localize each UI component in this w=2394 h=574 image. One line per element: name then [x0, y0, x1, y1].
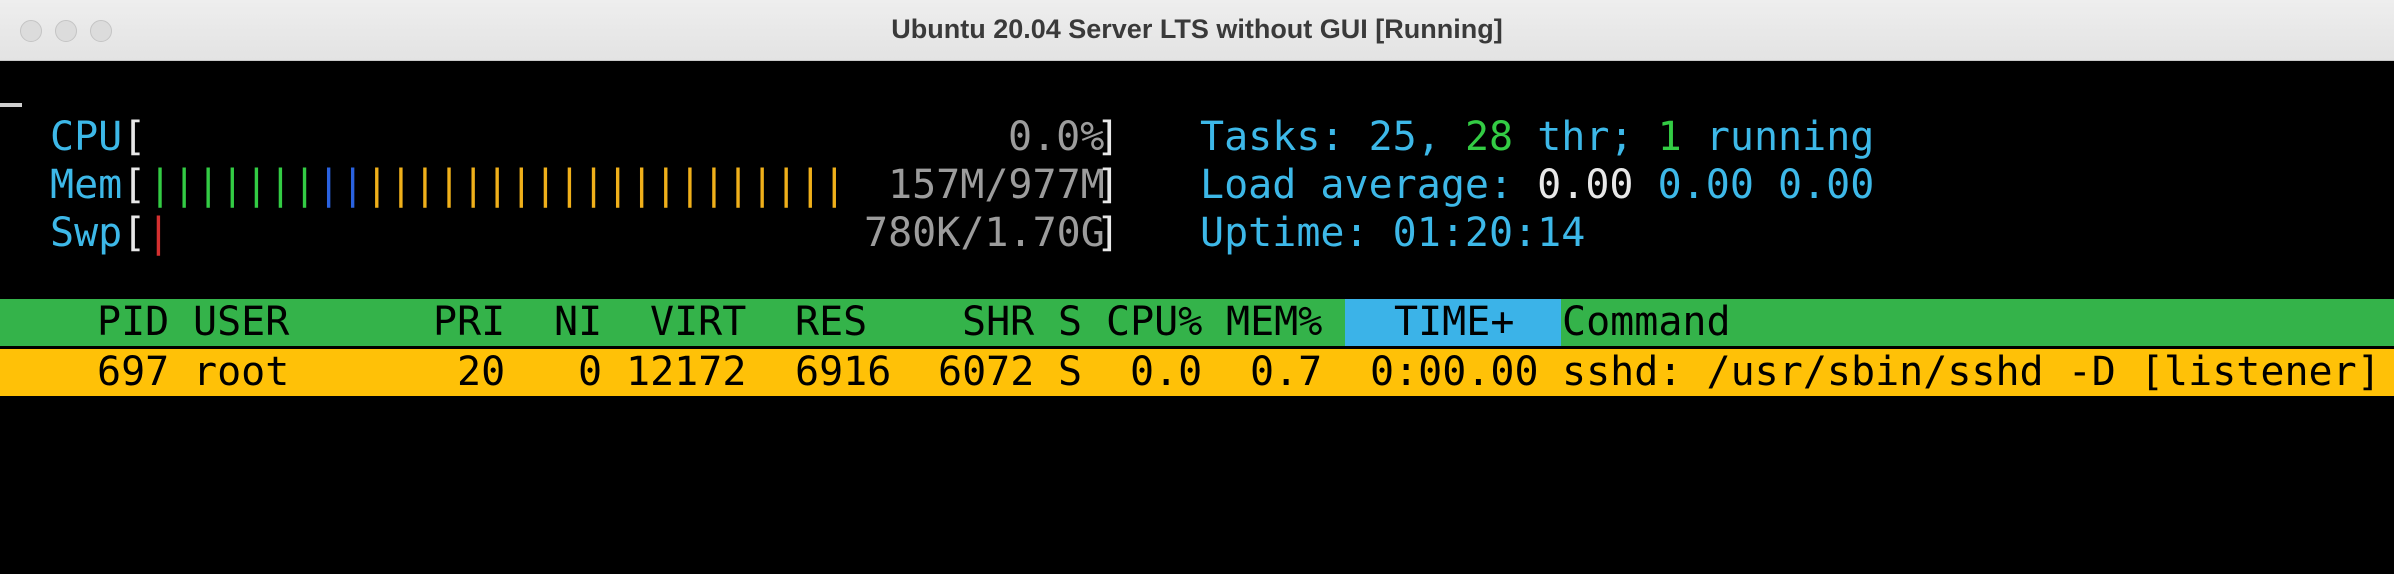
tasks-line: Tasks: 25, 28 thr; 1 running	[1200, 113, 1874, 161]
swp-bracket-close: ]	[1096, 210, 1121, 256]
row-mem: 0.7	[1250, 349, 1323, 395]
running-label: running	[1705, 114, 1875, 160]
tasks-label: Tasks:	[1200, 114, 1345, 160]
column-header-time[interactable]: TIME+	[1394, 299, 1514, 346]
load-label: Load average:	[1200, 162, 1514, 208]
load-1: 0.00	[1537, 162, 1634, 208]
cpu-bracket-open: [	[122, 114, 147, 160]
title-bar: Ubuntu 20.04 Server LTS without GUI [Run…	[0, 0, 2394, 61]
text-cursor	[0, 103, 22, 107]
swp-bar-used: |	[146, 210, 171, 256]
load-5: 0.00	[1657, 162, 1754, 208]
swp-meter: Swp[|	[50, 209, 170, 257]
swp-bracket-open: [	[122, 210, 147, 256]
column-header-cpu[interactable]: CPU%	[1106, 299, 1202, 346]
column-header-virt[interactable]: VIRT	[650, 299, 746, 346]
swp-label: Swp	[50, 210, 123, 256]
column-header-user[interactable]: USER	[193, 299, 289, 346]
column-header-ni[interactable]: NI	[554, 299, 602, 346]
cpu-value: 0.0%	[1008, 114, 1105, 160]
mem-bar-cache: ||||||||||||||||||||	[364, 162, 847, 208]
table-row[interactable]: 697 root 20 0 12172 6916 6072 S 0.0 0.7 …	[0, 349, 2394, 396]
cpu-label: CPU	[50, 114, 123, 160]
tasks-count: 25,	[1368, 114, 1441, 160]
threads-label: thr;	[1537, 114, 1634, 160]
row-cpu: 0.0	[1130, 349, 1203, 395]
column-header-pri[interactable]: PRI	[433, 299, 505, 346]
row-user: root	[193, 349, 290, 395]
uptime-label: Uptime:	[1200, 210, 1369, 256]
uptime-value: 01:20:14	[1392, 210, 1586, 256]
mem-value: 157M/977M	[888, 162, 1105, 208]
row-state: S	[1058, 349, 1083, 395]
row-virt: 12172	[626, 349, 747, 395]
threads-count: 28	[1464, 114, 1514, 160]
swp-value: 780K/1.70G	[864, 210, 1105, 256]
row-time: 0:00.00	[1370, 349, 1539, 395]
row-command: sshd: /usr/sbin/sshd -D [listener]	[1562, 349, 2381, 395]
mem-bar-buffers: ||	[316, 162, 365, 208]
column-header-pid[interactable]: PID	[97, 299, 169, 346]
column-header-shr[interactable]: SHR	[962, 299, 1034, 346]
column-header-mem[interactable]: MEM%	[1226, 299, 1322, 346]
vm-window: Ubuntu 20.04 Server LTS without GUI [Run…	[0, 0, 2394, 574]
load-average-line: Load average: 0.00 0.00 0.00	[1200, 161, 1874, 209]
mem-meter: Mem[	[50, 161, 146, 209]
column-header-res[interactable]: RES	[795, 299, 867, 346]
terminal-screen[interactable]: CPU[ 0.0% ] Mem[ |||||||||||||||||||||||…	[0, 61, 2394, 574]
column-header-state[interactable]: S	[1058, 299, 1082, 346]
row-shr: 6072	[938, 349, 1035, 395]
cpu-bracket-close: ]	[1096, 114, 1121, 160]
running-count: 1	[1657, 114, 1682, 160]
load-15: 0.00	[1778, 162, 1875, 208]
row-ni: 0	[578, 349, 603, 395]
column-header-command[interactable]: Command	[1562, 299, 1731, 346]
row-res: 6916	[795, 349, 892, 395]
mem-label: Mem	[50, 162, 123, 208]
mem-bracket-close: ]	[1096, 162, 1121, 208]
uptime-line: Uptime: 01:20:14	[1200, 209, 1585, 257]
mem-bracket-open: [	[122, 162, 147, 208]
window-title: Ubuntu 20.04 Server LTS without GUI [Run…	[891, 14, 1503, 44]
row-pid: 697	[97, 349, 170, 395]
mem-bar-used: |||||||	[148, 162, 317, 208]
mem-bar: |||||||||||||||||||||||||||||	[148, 161, 846, 209]
process-table-header: PID USER PRI NI VIRT RES SHR S CPU% MEM%…	[0, 299, 2394, 346]
row-pri: 20	[457, 349, 506, 395]
cpu-meter: CPU[	[50, 113, 146, 161]
